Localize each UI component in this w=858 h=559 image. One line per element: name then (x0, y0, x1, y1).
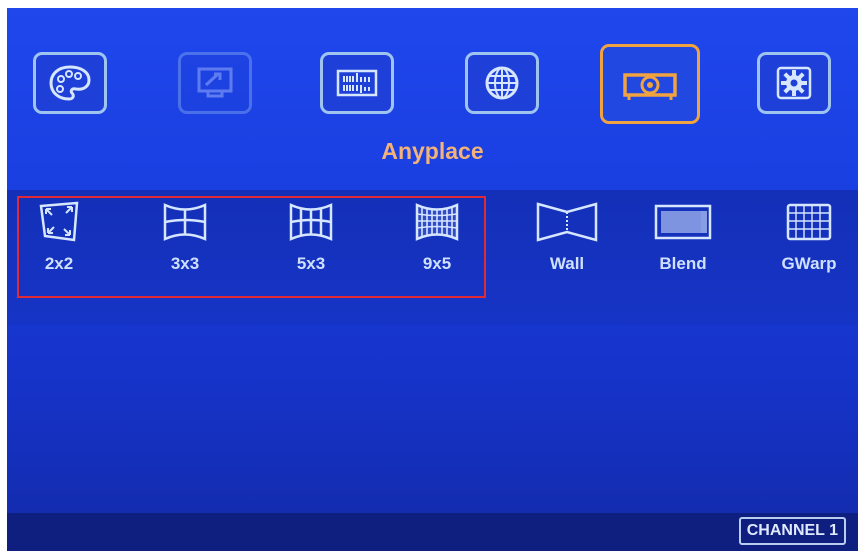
option-2x2[interactable]: 2x2 (9, 200, 109, 274)
gwarp-icon (786, 203, 832, 241)
warp-9x5-icon (415, 203, 459, 241)
option-gwarp[interactable]: GWarp (759, 200, 858, 274)
option-5x3[interactable]: 5x3 (261, 200, 361, 274)
option-label: 5x3 (296, 254, 326, 273)
channel-badge: CHANNEL 1 (738, 517, 846, 545)
option-wall[interactable]: Wall (517, 200, 617, 274)
wall-icon (536, 202, 598, 242)
option-3x3[interactable]: 3x3 (135, 200, 235, 274)
menu-item-display-settings[interactable] (178, 52, 252, 114)
warp-5x3-icon (289, 203, 333, 241)
option-label: 2x2 (44, 254, 74, 273)
menu-item-settings[interactable] (757, 52, 831, 114)
palette-icon (49, 65, 91, 101)
gear-icon (776, 66, 812, 100)
osd-screen: Anyplace 2x2 3x3 5x3 9x5 Wall Blend GWar… (7, 8, 858, 551)
menu-item-projector[interactable] (600, 44, 700, 124)
blend-icon (654, 204, 712, 240)
selected-menu-title: Anyplace (381, 138, 484, 164)
option-label: GWarp (781, 254, 837, 273)
option-label: 9x5 (422, 254, 452, 273)
menu-item-audio-mixer[interactable] (320, 52, 394, 114)
top-menu-bar: Anyplace (7, 8, 858, 190)
warp-3x3-icon (163, 203, 207, 241)
display-settings-icon (197, 67, 233, 98)
globe-icon (485, 66, 519, 100)
menu-item-palette[interactable] (33, 52, 107, 114)
projector-icon (623, 73, 677, 100)
option-blend[interactable]: Blend (633, 200, 733, 274)
audio-mixer-icon (336, 69, 378, 97)
option-label: 3x3 (170, 254, 200, 273)
anyplace-submenu: 2x2 3x3 5x3 9x5 Wall Blend GWarp (7, 190, 858, 325)
menu-item-globe[interactable] (465, 52, 539, 114)
option-9x5[interactable]: 9x5 (387, 200, 487, 274)
option-label: Wall (549, 254, 585, 273)
status-bar: CHANNEL 1 (7, 513, 858, 551)
option-label: Blend (659, 254, 707, 273)
warp-2x2-icon (39, 201, 79, 242)
